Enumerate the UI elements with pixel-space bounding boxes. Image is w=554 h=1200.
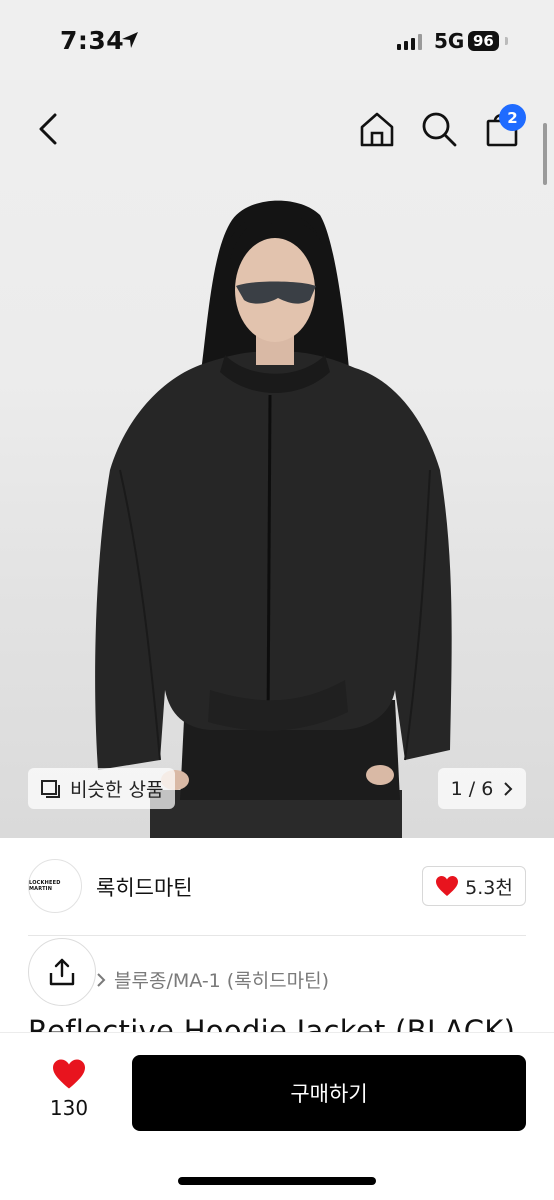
battery-cap-icon: [505, 37, 508, 45]
similar-items-icon: [41, 779, 60, 798]
home-icon: [360, 112, 394, 147]
store-name[interactable]: 록히드마틴: [96, 872, 193, 902]
store-logo[interactable]: LOCKHEED MARTIN: [28, 859, 82, 913]
cellular-signal-icon: [397, 34, 422, 50]
back-button[interactable]: [26, 107, 70, 151]
wish-button[interactable]: 130: [36, 1058, 102, 1120]
chevron-right-icon: [97, 972, 106, 987]
product-image-gallery[interactable]: [0, 0, 554, 838]
similar-products-label: 비슷한 상품: [70, 779, 164, 801]
search-icon: [422, 112, 457, 147]
share-button[interactable]: [28, 938, 96, 1006]
wish-count: 130: [49, 1096, 89, 1120]
heart-icon: [436, 876, 459, 896]
chevron-left-icon: [39, 113, 57, 145]
divider: [28, 935, 526, 936]
heart-icon: [53, 1059, 85, 1089]
chevron-right-icon: [504, 781, 513, 796]
home-indicator: [178, 1177, 376, 1185]
status-time: 7:34: [60, 26, 125, 55]
store-like-count: 5.3천: [465, 876, 513, 899]
home-button[interactable]: [355, 107, 399, 151]
network-type: 5G: [434, 29, 465, 53]
store-like-button[interactable]: 5.3천: [422, 866, 526, 906]
product-photo: [95, 200, 452, 838]
search-button[interactable]: [417, 107, 461, 151]
store-logo-text: LOCKHEED MARTIN: [29, 880, 61, 892]
image-page-counter[interactable]: 1 / 6: [438, 768, 526, 809]
product-title-container: Reflective Hoodie Jacket (BLACK): [0, 1010, 554, 1032]
product-title: Reflective Hoodie Jacket (BLACK): [28, 1014, 516, 1032]
category-breadcrumb[interactable]: 블루종/MA-1 (록히드마틴): [96, 966, 329, 993]
status-bar: 7:34 5G 96: [0, 0, 554, 80]
similar-products-button[interactable]: 비슷한 상품: [28, 768, 176, 809]
share-icon: [49, 958, 75, 986]
breadcrumb-label: 블루종/MA-1 (록히드마틴): [114, 970, 330, 992]
page-counter-text: 1 / 6: [450, 777, 494, 800]
battery-level: 96: [468, 31, 499, 51]
buy-button[interactable]: 구매하기: [132, 1055, 526, 1131]
scroll-indicator: [543, 123, 547, 185]
location-arrow-icon: [120, 30, 140, 54]
cart-count-badge: 2: [499, 104, 526, 131]
